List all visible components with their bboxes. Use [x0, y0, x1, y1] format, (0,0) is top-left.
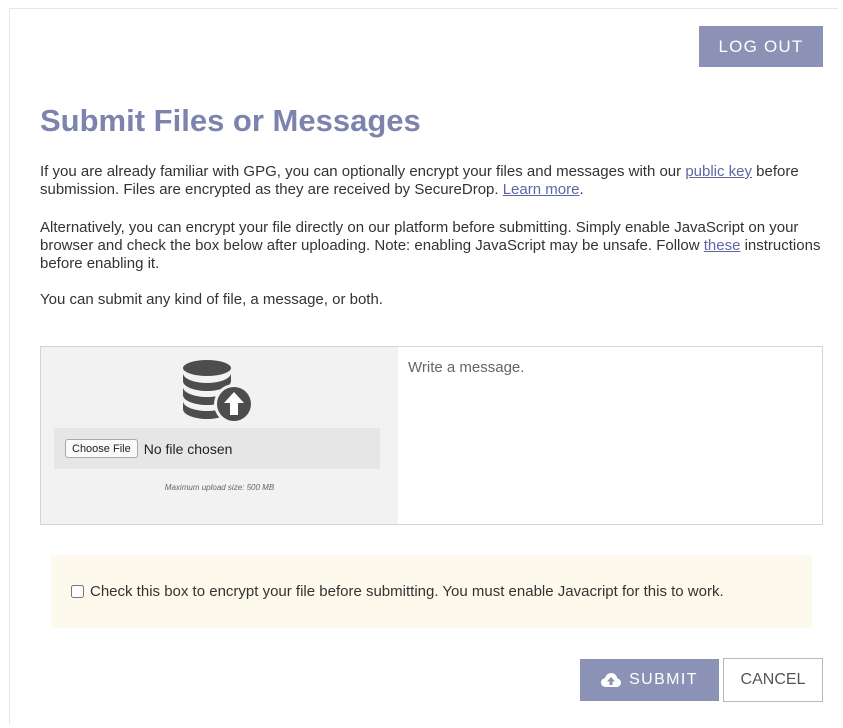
submit-button[interactable]: SUBMIT [580, 659, 719, 701]
intro-text-start: If you are already familiar with GPG, yo… [40, 163, 686, 180]
intro-text-end: . [579, 181, 584, 198]
learn-more-link[interactable]: Learn more [503, 181, 580, 198]
encrypt-checkbox[interactable] [71, 585, 84, 598]
cancel-button[interactable]: CANCEL [723, 658, 823, 702]
instructions-link[interactable]: these [704, 237, 741, 254]
database-upload-icon [183, 360, 254, 424]
max-upload-size-text: Maximum upload size: 500 MB [164, 483, 275, 492]
encrypt-notice: Check this box to encrypt your file befo… [51, 555, 812, 628]
file-status-text: No file chosen [143, 440, 233, 457]
file-upload-area: Choose File No file chosen Maximum uploa… [41, 347, 398, 524]
javascript-encryption-paragraph: Alternatively, you can encrypt your file… [40, 219, 830, 273]
submission-note: You can submit any kind of file, a messa… [40, 291, 383, 308]
cloud-upload-icon [601, 672, 622, 687]
encrypt-checkbox-label[interactable]: Check this box to encrypt your file befo… [90, 583, 724, 600]
submit-label: SUBMIT [629, 671, 698, 688]
file-input-row: Choose File No file chosen [54, 428, 380, 469]
message-textarea[interactable] [398, 347, 822, 524]
public-key-link[interactable]: public key [685, 163, 752, 180]
submission-form-box: Choose File No file chosen Maximum uploa… [40, 346, 823, 525]
page-title: Submit Files or Messages [40, 103, 421, 138]
alternative-text-start: Alternatively, you can encrypt your file… [40, 219, 799, 254]
gpg-intro-paragraph: If you are already familiar with GPG, yo… [40, 163, 830, 199]
choose-file-button[interactable]: Choose File [65, 439, 138, 458]
logout-button[interactable]: LOG OUT [699, 26, 823, 67]
